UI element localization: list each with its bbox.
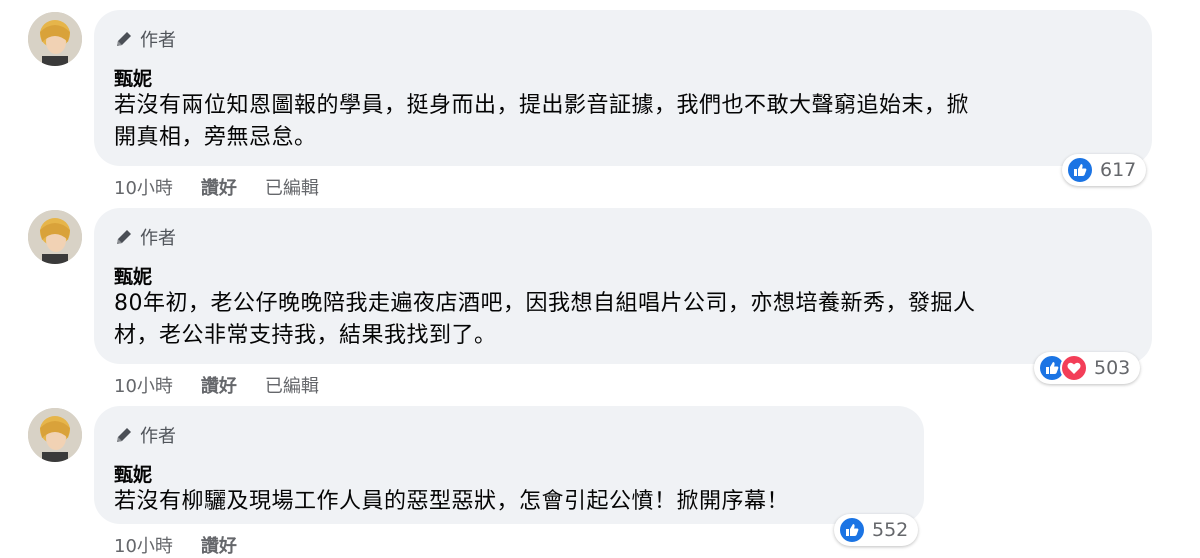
avatar[interactable] <box>28 210 82 264</box>
author-badge: 作者 <box>114 224 176 250</box>
comment-text: 若沒有柳驪及現場工作人員的惡型惡狀，怎會引起公憤！掀開序幕！ <box>114 489 790 514</box>
comment-text: 80年初，老公仔晚晚陪我走遍夜店酒吧，因我想自組唱片公司，亦想培養新秀，發掘人 … <box>114 291 976 348</box>
reaction-summary[interactable]: 503 <box>1034 352 1141 384</box>
comment-timestamp[interactable]: 10小時 <box>114 174 173 200</box>
author-badge-label: 作者 <box>140 426 176 447</box>
like-link[interactable]: 讚好 <box>201 174 237 200</box>
comment-actions: 10小時 讚好 已編輯 <box>114 372 347 398</box>
like-reaction-icon <box>1066 156 1094 184</box>
avatar[interactable] <box>28 408 82 462</box>
like-link[interactable]: 讚好 <box>201 532 237 558</box>
author-badge: 作者 <box>114 422 176 448</box>
comment-timestamp[interactable]: 10小時 <box>114 532 173 558</box>
commenter-name[interactable]: 甄妮 <box>114 64 152 91</box>
reaction-summary[interactable]: 617 <box>1062 154 1147 186</box>
comment-bubble: 作者 甄妮 若沒有兩位知恩圖報的學員，挺身而出，提出影音証據，我們也不敢大聲窮追… <box>94 10 1152 166</box>
author-badge-label: 作者 <box>140 228 176 249</box>
commenter-name[interactable]: 甄妮 <box>114 262 152 289</box>
reaction-count: 503 <box>1094 357 1131 379</box>
avatar[interactable] <box>28 12 82 66</box>
comment-timestamp[interactable]: 10小時 <box>114 372 173 398</box>
comment-text: 若沒有兩位知恩圖報的學員，挺身而出，提出影音証據，我們也不敢大聲窮追始末，掀 開… <box>114 93 970 150</box>
love-reaction-icon <box>1060 354 1088 382</box>
commenter-name[interactable]: 甄妮 <box>114 460 152 487</box>
author-badge: 作者 <box>114 26 176 52</box>
edited-label[interactable]: 已編輯 <box>265 174 319 200</box>
comment-bubble: 作者 甄妮 80年初，老公仔晚晚陪我走遍夜店酒吧，因我想自組唱片公司，亦想培養新… <box>94 208 1152 364</box>
author-badge-label: 作者 <box>140 30 176 51</box>
pencil-icon <box>117 428 131 442</box>
comment-bubble: 作者 甄妮 若沒有柳驪及現場工作人員的惡型惡狀，怎會引起公憤！掀開序幕！ <box>94 406 924 524</box>
comment-actions: 10小時 讚好 <box>114 532 265 558</box>
pencil-icon <box>117 32 131 46</box>
reaction-count: 617 <box>1100 159 1137 181</box>
edited-label[interactable]: 已編輯 <box>265 372 319 398</box>
reaction-count: 552 <box>872 519 909 541</box>
pencil-icon <box>117 230 131 244</box>
like-link[interactable]: 讚好 <box>201 372 237 398</box>
comment-actions: 10小時 讚好 已編輯 <box>114 174 347 200</box>
reaction-summary[interactable]: 552 <box>834 514 919 546</box>
like-reaction-icon <box>838 516 866 544</box>
